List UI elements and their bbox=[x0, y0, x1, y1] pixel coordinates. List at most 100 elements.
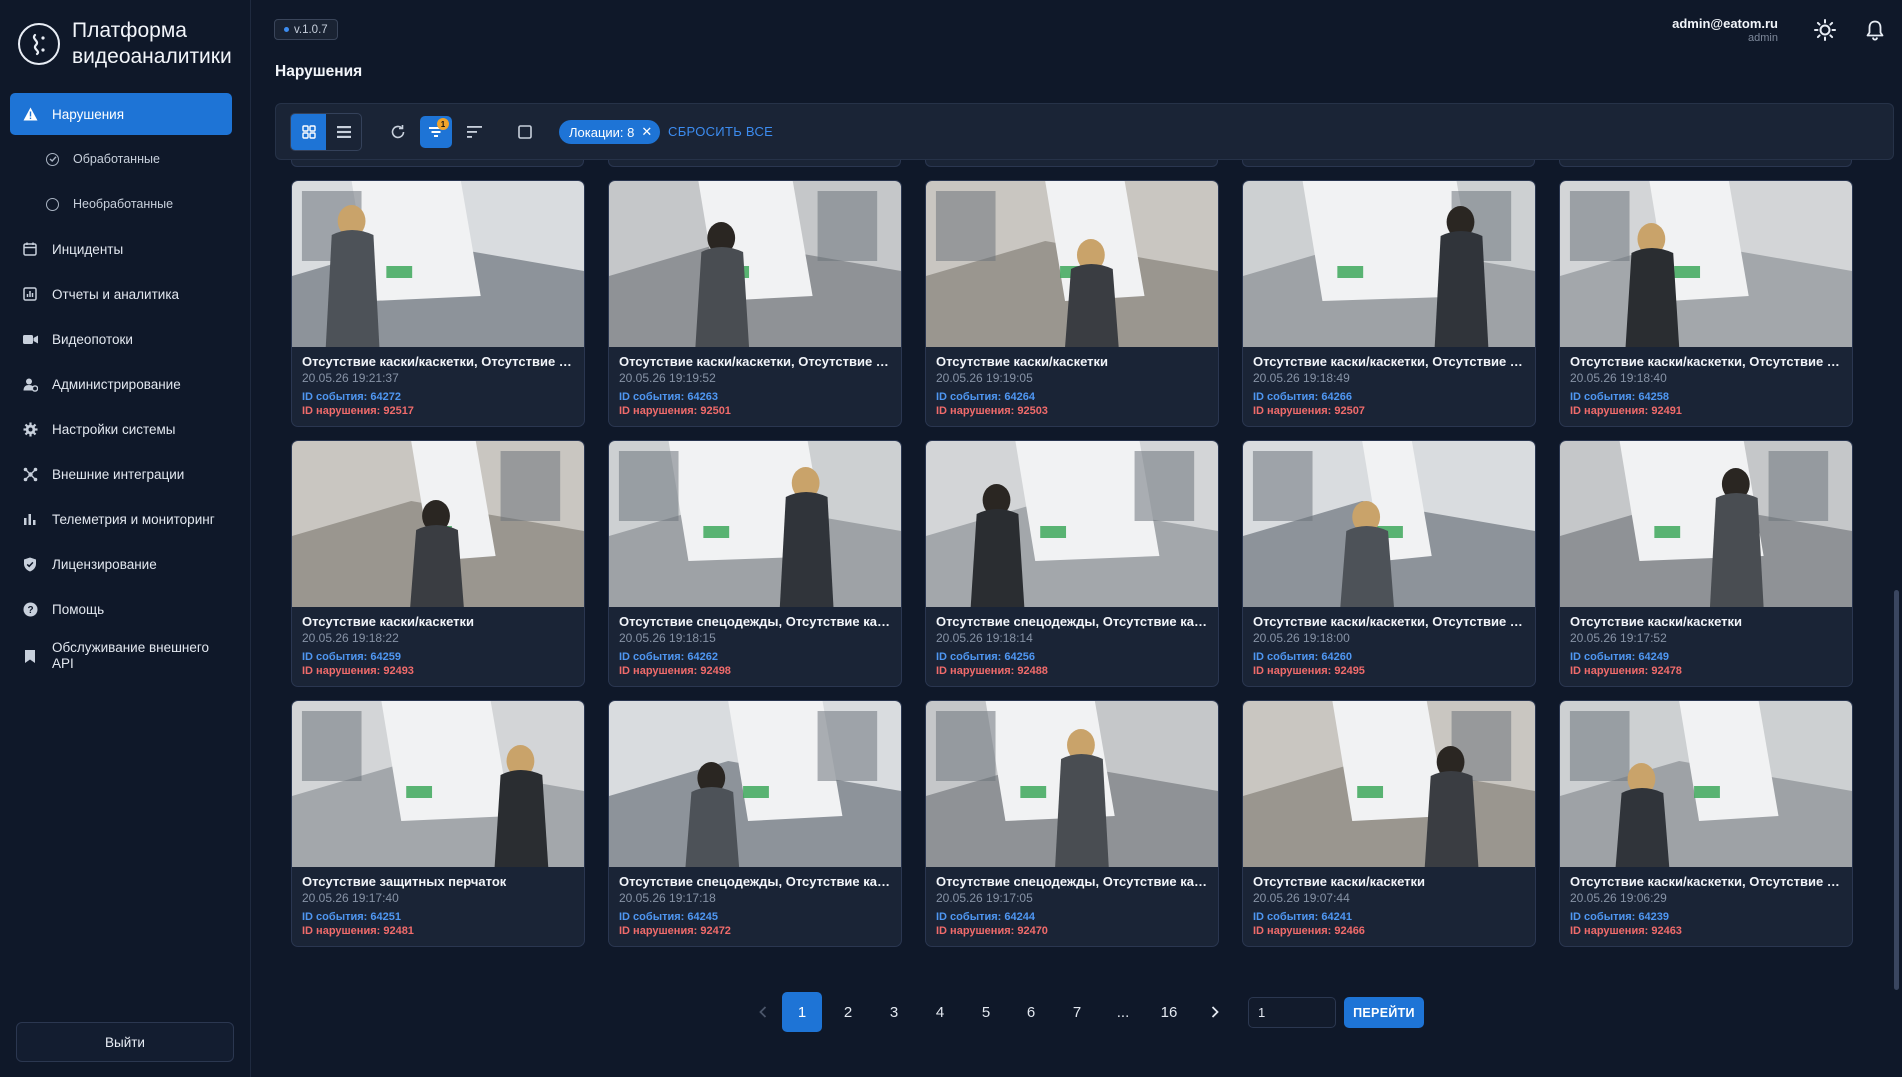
violation-title: Отсутствие спецодежды, Отсутствие каски/… bbox=[936, 874, 1208, 889]
logout-button[interactable]: Выйти bbox=[16, 1022, 234, 1062]
page-button-1[interactable]: 1 bbox=[782, 992, 822, 1032]
camera-snapshot[interactable] bbox=[1560, 701, 1852, 867]
scrollbar[interactable] bbox=[1894, 590, 1899, 990]
violation-title: Отсутствие каски/каскетки, Отсутствие за… bbox=[619, 354, 891, 369]
calendar-icon bbox=[22, 241, 38, 257]
camera-snapshot[interactable] bbox=[609, 701, 901, 867]
page-button-6[interactable]: 6 bbox=[1011, 992, 1051, 1032]
violation-card[interactable]: Отсутствие спецодежды, Отсутствие каски/… bbox=[608, 700, 902, 947]
camera-snapshot[interactable] bbox=[1243, 181, 1535, 347]
violation-card[interactable]: Отсутствие каски/каскетки 20.05.26 19:19:… bbox=[925, 180, 1219, 427]
violation-card[interactable]: Отсутствие каски/каскетки, Отсутствие за… bbox=[1559, 180, 1853, 427]
list-view-button[interactable] bbox=[326, 114, 361, 150]
camera-snapshot[interactable] bbox=[926, 181, 1218, 347]
sidebar-item-label: Внешние интеграции bbox=[52, 466, 185, 482]
theme-toggle-sun-icon[interactable] bbox=[1813, 18, 1837, 42]
sidebar-item-unprocessed[interactable]: Необработанные bbox=[10, 183, 232, 225]
view-toggle bbox=[290, 113, 362, 151]
violation-timestamp: 20.05.26 19:17:52 bbox=[1570, 631, 1667, 645]
page-button-5[interactable]: 5 bbox=[966, 992, 1006, 1032]
violation-card[interactable]: Отсутствие спецодежды, Отсутствие каски/… bbox=[925, 700, 1219, 947]
sidebar-item-processed[interactable]: Обработанные bbox=[10, 138, 232, 180]
event-id: ID события: 64260 bbox=[1253, 651, 1352, 663]
sidebar-item-label: Администрирование bbox=[52, 376, 181, 392]
camera-snapshot[interactable] bbox=[926, 441, 1218, 607]
violation-card[interactable]: Отсутствие каски/каскетки, Отсутствие за… bbox=[291, 180, 585, 427]
camera-snapshot[interactable] bbox=[609, 181, 901, 347]
camera-snapshot[interactable] bbox=[926, 701, 1218, 867]
sidebar-item-reports[interactable]: Отчеты и аналитика bbox=[10, 273, 232, 315]
sidebar-item-telemetry[interactable]: Телеметрия и мониторинг bbox=[10, 498, 232, 540]
violation-card[interactable]: Отсутствие каски/каскетки, Отсутствие за… bbox=[608, 180, 902, 427]
violation-card[interactable]: Отсутствие каски/каскетки 20.05.26 19:17:… bbox=[1559, 440, 1853, 687]
event-id: ID события: 64266 bbox=[1253, 391, 1352, 403]
sidebar-item-licensing[interactable]: Лицензирование bbox=[10, 543, 232, 585]
violation-id: ID нарушения: 92470 bbox=[936, 925, 1048, 937]
violation-id: ID нарушения: 92498 bbox=[619, 665, 731, 677]
warning-icon bbox=[22, 106, 38, 122]
camera-snapshot[interactable] bbox=[1560, 441, 1852, 607]
bell-icon[interactable] bbox=[1863, 18, 1887, 42]
violation-card[interactable]: Отсутствие спецодежды, Отсутствие каски/… bbox=[925, 440, 1219, 687]
violation-card[interactable]: Отсутствие защитных перчаток 20.05.26 19:… bbox=[291, 700, 585, 947]
next-page-button[interactable] bbox=[1195, 992, 1235, 1032]
sidebar-item-violations[interactable]: Нарушения bbox=[10, 93, 232, 135]
sidebar-item-streams[interactable]: Видеопотоки bbox=[10, 318, 232, 360]
refresh-icon bbox=[391, 125, 405, 139]
locations-filter-chip[interactable]: Локации: 8 ✕ bbox=[559, 120, 661, 144]
video-icon bbox=[22, 331, 38, 347]
card-peek bbox=[1559, 160, 1852, 167]
camera-snapshot[interactable] bbox=[609, 441, 901, 607]
violation-card[interactable]: Отсутствие каски/каскетки, Отсутствие за… bbox=[1559, 700, 1853, 947]
violation-card[interactable]: Отсутствие каски/каскетки 20.05.26 19:18:… bbox=[291, 440, 585, 687]
violation-id: ID нарушения: 92478 bbox=[1570, 665, 1682, 677]
sidebar-item-help[interactable]: ? Помощь bbox=[10, 588, 232, 630]
user-info[interactable]: admin@eatom.ru admin bbox=[1672, 16, 1778, 44]
violation-timestamp: 20.05.26 19:21:37 bbox=[302, 371, 399, 385]
event-id: ID события: 64244 bbox=[936, 911, 1035, 923]
violation-timestamp: 20.05.26 19:18:15 bbox=[619, 631, 716, 645]
close-icon[interactable]: ✕ bbox=[641, 124, 652, 140]
violation-timestamp: 20.05.26 19:18:40 bbox=[1570, 371, 1667, 385]
sidebar-item-incidents[interactable]: Инциденты bbox=[10, 228, 232, 270]
filter-button[interactable]: 1 bbox=[420, 116, 452, 148]
bars-icon bbox=[22, 511, 38, 527]
sidebar-item-integrations[interactable]: Внешние интеграции bbox=[10, 453, 232, 495]
user-role: admin bbox=[1748, 32, 1778, 44]
violation-card[interactable]: Отсутствие каски/каскетки, Отсутствие за… bbox=[1242, 180, 1536, 427]
sidebar-item-settings[interactable]: Настройки системы bbox=[10, 408, 232, 450]
violation-card[interactable]: Отсутствие каски/каскетки, Отсутствие за… bbox=[1242, 440, 1536, 687]
violations-grid: Отсутствие каски/каскетки, Отсутствие за… bbox=[275, 160, 1894, 990]
prev-page-button[interactable] bbox=[743, 992, 783, 1032]
event-id: ID события: 64258 bbox=[1570, 391, 1669, 403]
refresh-button[interactable] bbox=[382, 116, 414, 148]
chevron-right-icon bbox=[1211, 1006, 1219, 1018]
grid-view-button[interactable] bbox=[291, 114, 326, 150]
page-button-4[interactable]: 4 bbox=[920, 992, 960, 1032]
event-id: ID события: 64239 bbox=[1570, 911, 1669, 923]
brand[interactable]: Платформа видеоаналитики bbox=[18, 18, 232, 70]
integration-icon bbox=[22, 466, 38, 482]
violation-card[interactable]: Отсутствие спецодежды, Отсутствие каски/… bbox=[608, 440, 902, 687]
sort-button[interactable] bbox=[458, 116, 490, 148]
page-button-3[interactable]: 3 bbox=[874, 992, 914, 1032]
page-button-2[interactable]: 2 bbox=[828, 992, 868, 1032]
camera-snapshot[interactable] bbox=[292, 701, 584, 867]
select-all-checkbox[interactable] bbox=[509, 116, 541, 148]
page-button-16[interactable]: 16 bbox=[1149, 992, 1189, 1032]
violation-title: Отсутствие спецодежды, Отсутствие каски/… bbox=[619, 874, 891, 889]
violation-card[interactable]: Отсутствие каски/каскетки 20.05.26 19:07:… bbox=[1242, 700, 1536, 947]
page-button-7[interactable]: 7 bbox=[1057, 992, 1097, 1032]
goto-page-button[interactable]: ПЕРЕЙТИ bbox=[1344, 997, 1424, 1028]
camera-snapshot[interactable] bbox=[292, 181, 584, 347]
version-badge: v.1.0.7 bbox=[274, 19, 338, 40]
camera-snapshot[interactable] bbox=[1243, 441, 1535, 607]
status-dot bbox=[284, 27, 289, 32]
sidebar-item-external-api[interactable]: Обслуживание внешнего API bbox=[10, 633, 232, 679]
sidebar-item-administration[interactable]: Администрирование bbox=[10, 363, 232, 405]
camera-snapshot[interactable] bbox=[1560, 181, 1852, 347]
reset-all-button[interactable]: СБРОСИТЬ ВСЕ bbox=[668, 124, 773, 139]
camera-snapshot[interactable] bbox=[1243, 701, 1535, 867]
goto-page-input[interactable] bbox=[1248, 997, 1336, 1028]
camera-snapshot[interactable] bbox=[292, 441, 584, 607]
